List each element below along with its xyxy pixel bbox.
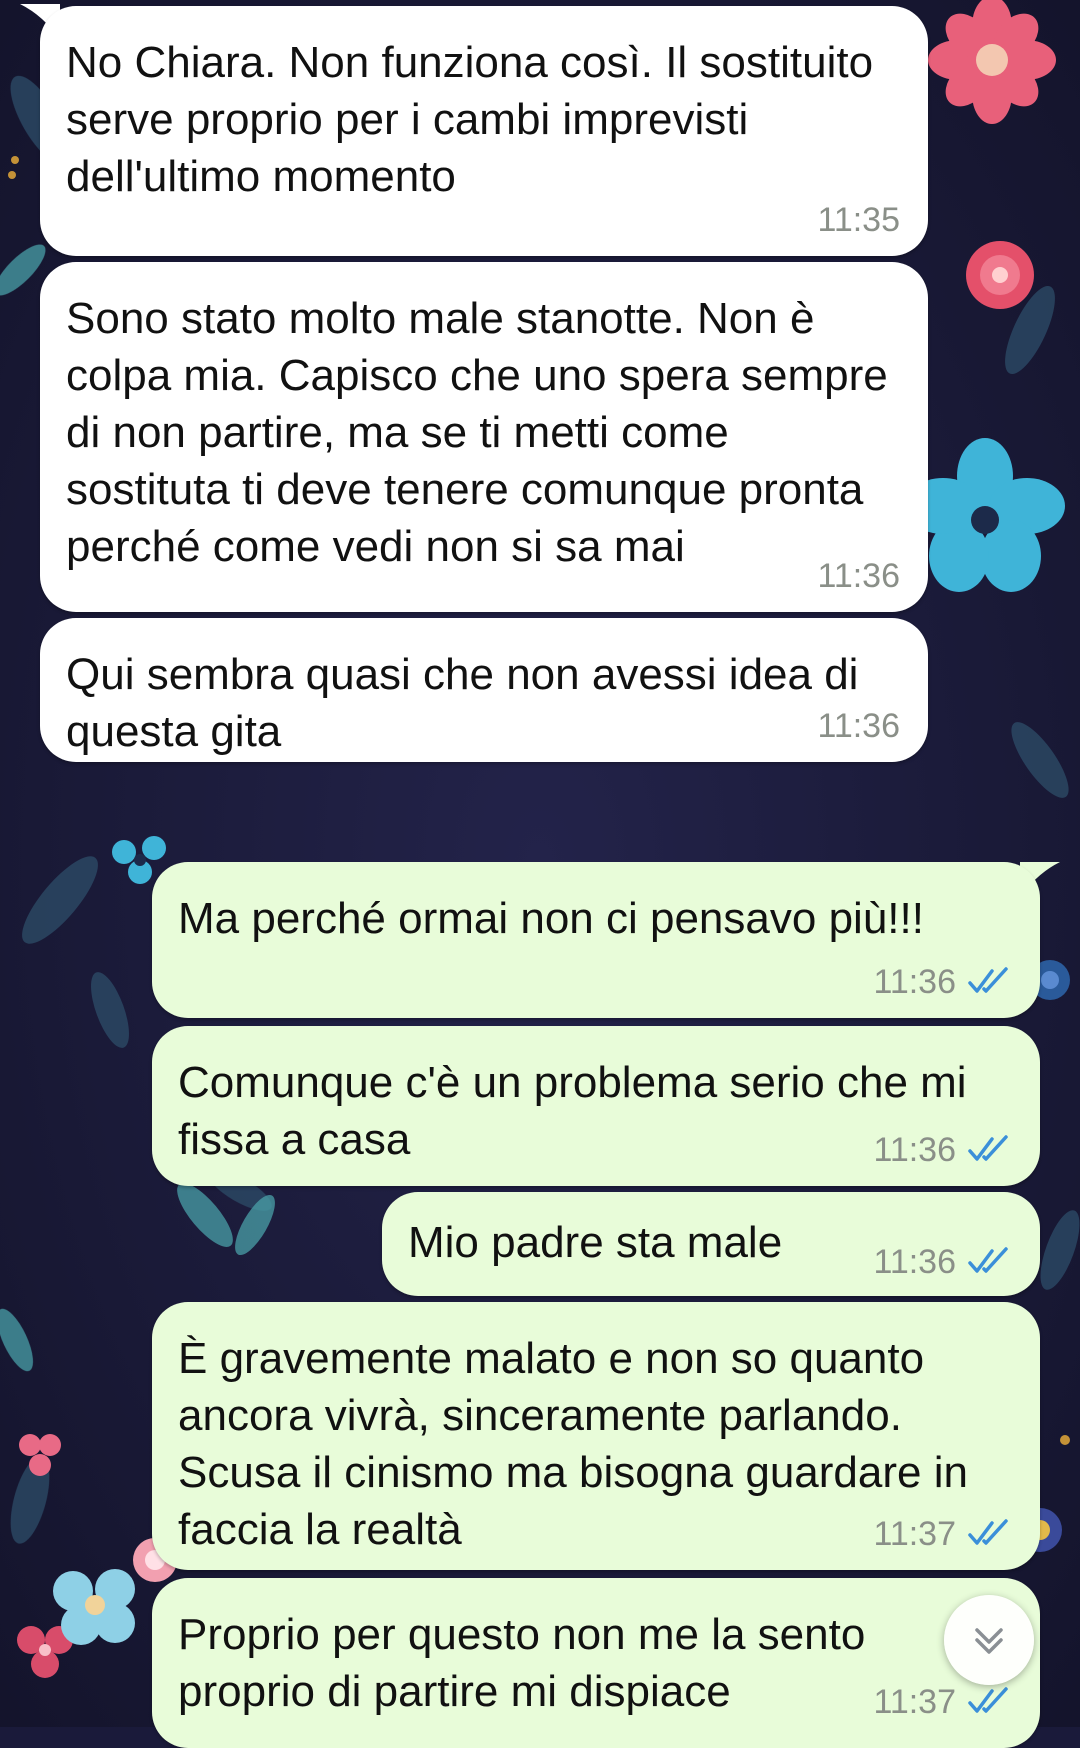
message-time: 11:36: [817, 557, 900, 595]
message-meta: 11:36: [873, 1130, 1012, 1170]
message-meta: 11:37: [873, 1514, 1012, 1554]
message-text: Qui sembra quasi che non avessi idea di …: [66, 650, 859, 756]
incoming-message[interactable]: No Chiara. Non funziona così. Il sostitu…: [40, 6, 928, 256]
message-time: 11:35: [817, 201, 900, 239]
message-time: 11:37: [873, 1515, 956, 1553]
message-text: Ma perché ormai non ci pensavo più!!!: [178, 894, 924, 943]
message-time: 11:37: [873, 1683, 956, 1721]
message-time: 11:36: [873, 963, 956, 1001]
message-text: Sono stato molto male stanotte. Non è co…: [66, 294, 888, 571]
message-meta: 11:36: [817, 706, 900, 746]
chevron-down-icon: [975, 1628, 1003, 1654]
double-check-read-icon: [968, 1687, 1008, 1713]
message-time: 11:36: [817, 707, 900, 745]
outgoing-message[interactable]: Mio padre sta male 11:36: [382, 1192, 1040, 1296]
message-text: Proprio per questo non me la sento propr…: [178, 1610, 866, 1716]
message-text: No Chiara. Non funziona così. Il sostitu…: [66, 38, 874, 201]
message-time: 11:36: [873, 1243, 956, 1281]
double-check-read-icon: [968, 1247, 1008, 1273]
message-meta: 11:37: [873, 1682, 1012, 1722]
message-meta: 11:36: [873, 962, 1012, 1002]
outgoing-message[interactable]: È gravemente malato e non so quanto anco…: [152, 1302, 1040, 1570]
double-check-read-icon: [968, 1135, 1008, 1161]
outgoing-message[interactable]: Proprio per questo non me la sento propr…: [152, 1578, 1040, 1748]
incoming-message[interactable]: Sono stato molto male stanotte. Non è co…: [40, 262, 928, 612]
scroll-to-bottom-button[interactable]: [944, 1595, 1034, 1685]
message-meta: 11:36: [873, 1242, 1012, 1282]
incoming-message[interactable]: Qui sembra quasi che non avessi idea di …: [40, 618, 928, 762]
message-time: 11:36: [873, 1131, 956, 1169]
message-meta: 11:35: [817, 200, 900, 240]
double-check-read-icon: [968, 1519, 1008, 1545]
double-check-read-icon: [968, 967, 1008, 993]
outgoing-message[interactable]: Ma perché ormai non ci pensavo più!!! 11…: [152, 862, 1040, 1018]
outgoing-message[interactable]: Comunque c'è un problema serio che mi fi…: [152, 1026, 1040, 1186]
message-meta: 11:36: [817, 556, 900, 596]
